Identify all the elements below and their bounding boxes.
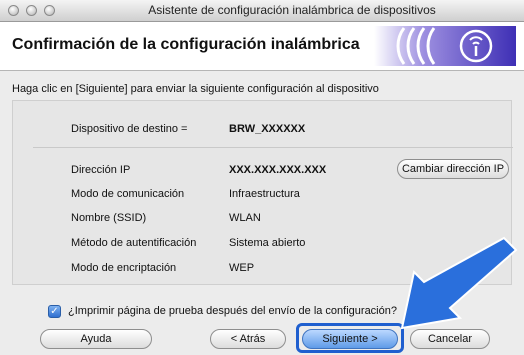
print-test-page-checkbox[interactable]: ✓	[48, 305, 61, 318]
ip-address-value: XXX.XXX.XXX.XXX	[229, 164, 327, 176]
target-device-label: Dispositivo de destino =	[71, 123, 188, 135]
settings-divider	[33, 147, 513, 148]
close-window-button[interactable]	[8, 5, 19, 16]
ssid-label: Nombre (SSID)	[71, 212, 147, 224]
zoom-window-button[interactable]	[44, 5, 55, 16]
header-divider	[0, 70, 524, 71]
target-device-value: BRW_XXXXXX	[229, 123, 306, 135]
help-button[interactable]: Ayuda	[40, 329, 152, 349]
print-test-page-label[interactable]: ¿Imprimir página de prueba después del e…	[68, 305, 397, 317]
wizard-header: Confirmación de la configuración inalámb…	[0, 22, 524, 70]
communication-mode-label: Modo de comunicación	[71, 188, 185, 200]
communication-mode-value: Infraestructura	[229, 188, 300, 200]
change-ip-button[interactable]: Cambiar dirección IP	[397, 159, 509, 179]
next-button[interactable]: Siguiente >	[302, 329, 398, 349]
title-bar[interactable]: Asistente de configuración inalámbrica d…	[0, 0, 524, 22]
encryption-mode-label: Modo de encriptación	[71, 262, 177, 274]
instruction-text: Haga clic en [Siguiente] para enviar la …	[12, 83, 379, 95]
wireless-signal-icon	[374, 26, 516, 66]
cancel-button[interactable]: Cancelar	[410, 329, 490, 349]
window-title: Asistente de configuración inalámbrica d…	[148, 3, 436, 17]
page-title: Confirmación de la configuración inalámb…	[12, 36, 360, 53]
minimize-window-button[interactable]	[26, 5, 37, 16]
back-button[interactable]: < Atrás	[210, 329, 286, 349]
ip-address-label: Dirección IP	[71, 164, 131, 176]
pointer-arrow-icon	[400, 236, 518, 330]
wizard-window: Asistente de configuración inalámbrica d…	[0, 0, 524, 355]
authentication-method-value: Sistema abierto	[229, 237, 306, 249]
encryption-mode-value: WEP	[229, 262, 255, 274]
authentication-method-label: Método de autentificación	[71, 237, 197, 249]
ssid-value: WLAN	[229, 212, 261, 224]
